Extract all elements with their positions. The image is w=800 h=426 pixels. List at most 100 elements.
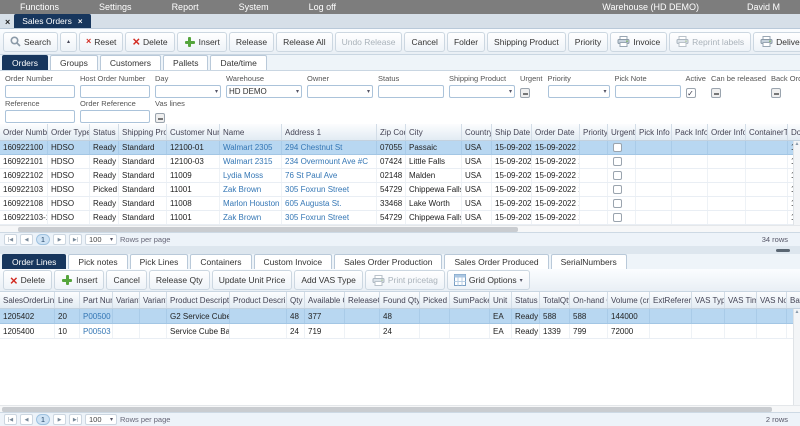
filter-tab[interactable]: Orders [2,55,48,70]
detail-tab[interactable]: Order Lines [2,254,66,269]
column-header[interactable]: Name [220,124,282,140]
rows-per-page-select[interactable]: 100 ▾ [85,234,117,245]
order-row[interactable]: 160922101 HDSO Ready Standard 12100-03 W… [0,155,800,169]
line-row[interactable]: 1205400 10 P00503 Service Cube Base 24 7… [0,324,800,339]
horizontal-scrollbar[interactable] [0,405,800,412]
column-header[interactable]: Priority [580,124,608,140]
cell-name-link[interactable]: Zak Brown [220,183,282,196]
release-qty-button[interactable]: Release Qty [149,270,210,290]
column-header[interactable]: Zip Code [377,124,406,140]
last-page-button[interactable]: ▶| [69,234,82,245]
column-header[interactable]: Unit [490,292,512,308]
vas-lines-checkbox[interactable] [155,113,165,123]
column-header[interactable]: Product Description 2 [230,292,287,308]
column-header[interactable]: VAS Note [757,292,787,308]
column-header[interactable]: Status [512,292,540,308]
tab-sales-orders[interactable]: Sales Orders × [14,14,90,28]
detail-tab[interactable]: Pick Lines [130,254,189,269]
column-header[interactable]: Variant 1 [113,292,140,308]
cell-name-link[interactable]: Lydia Moss [220,169,282,182]
column-header[interactable]: Variant 2 [140,292,167,308]
column-header[interactable]: Status [90,124,119,140]
column-header[interactable]: Pack Info [672,124,708,140]
order-number-input[interactable] [5,85,75,98]
order-row[interactable]: 160922103-1 HDSO Ready Standard 11001 Za… [0,211,800,225]
can-be-released-checkbox[interactable] [711,88,721,98]
filter-tab[interactable]: Groups [50,55,98,70]
filter-tab[interactable]: Pallets [163,55,209,70]
undo-release-button[interactable]: Undo Release [335,32,403,52]
column-header[interactable]: Order Info [708,124,746,140]
column-header[interactable]: VAS Type [692,292,725,308]
column-header[interactable]: Product Description [167,292,230,308]
collapse-handle[interactable] [776,249,790,252]
urgent-row-checkbox[interactable] [613,171,622,180]
shipping-product-button[interactable]: Shipping Product [487,32,566,52]
first-page-button[interactable]: |◀ [4,234,17,245]
column-header[interactable]: Customer Number [167,124,220,140]
column-header[interactable]: City [406,124,462,140]
detail-tab[interactable]: Sales Order Production [334,254,442,269]
cell-name-link[interactable]: Zak Brown [220,211,282,224]
reprint-labels-button[interactable]: Reprint labels [669,32,751,52]
scrollbar-thumb[interactable] [2,407,772,412]
next-page-button[interactable]: ▶ [53,414,66,425]
column-header[interactable]: Shipping Product [119,124,167,140]
priority-button[interactable]: Priority [568,32,608,52]
detail-insert-button[interactable]: Insert [54,270,104,290]
detail-cancel-button[interactable]: Cancel [106,270,146,290]
column-header[interactable]: Found Qty [380,292,420,308]
cell-address-link[interactable]: 294 Chestnut St [282,141,377,154]
release-button[interactable]: Release [229,32,274,52]
cell-address-link[interactable]: 305 Foxrun Street [282,183,377,196]
prev-page-button[interactable]: ◀ [20,414,33,425]
warehouse-indicator[interactable]: Warehouse (HD DEMO) [602,2,699,12]
menu-item[interactable]: System [219,2,289,12]
detail-tab[interactable]: Custom Invoice [254,254,333,269]
order-row[interactable]: 160922108 HDSO Ready Standard 11008 Marl… [0,197,800,211]
detail-tab[interactable]: Pick notes [68,254,127,269]
pick-note-input[interactable] [615,85,681,98]
column-header[interactable]: SalesOrderLineId [0,292,55,308]
delivery-note-button[interactable]: DeliveryNote [753,32,800,52]
column-header[interactable]: Urgent [608,124,636,140]
detail-grid-options-button[interactable]: Grid Options ▾ [447,270,530,290]
urgent-row-checkbox[interactable] [613,213,622,222]
print-pricetag-button[interactable]: Print pricetag [365,270,445,290]
column-header[interactable]: Order Type [48,124,90,140]
close-tab-icon[interactable]: × [78,17,83,26]
column-header[interactable]: ContainerType [746,124,788,140]
update-unit-price-button[interactable]: Update Unit Price [212,270,293,290]
urgent-row-checkbox[interactable] [613,199,622,208]
host-order-number-input[interactable] [80,85,150,98]
insert-button[interactable]: Insert [177,32,227,52]
urgent-row-checkbox[interactable] [613,157,622,166]
column-header[interactable]: Order Number [0,124,48,140]
order-row[interactable]: 160922100 HDSO Ready Standard 12100-01 W… [0,141,800,155]
menu-item[interactable]: Report [152,2,219,12]
column-header[interactable]: Address 1 [282,124,377,140]
scroll-up-icon[interactable]: ▲ [794,309,800,316]
scroll-up-icon[interactable]: ▲ [794,141,800,148]
priority-select[interactable]: ▾ [548,85,610,98]
shipping-product-select[interactable]: ▾ [449,85,515,98]
day-select[interactable]: ▾ [155,85,221,98]
rows-per-page-select[interactable]: 100 ▾ [85,414,117,425]
menu-item[interactable]: Log off [289,2,356,12]
filter-tab[interactable]: Customers [100,55,161,70]
order-row[interactable]: 160922102 HDSO Ready Standard 11009 Lydi… [0,169,800,183]
column-header[interactable]: Country [462,124,492,140]
reset-button[interactable]: × Reset [79,32,123,52]
detail-delete-button[interactable]: × Delete [3,270,52,290]
invoice-button[interactable]: Invoice [610,32,667,52]
back-order-checkbox[interactable] [771,88,781,98]
column-header[interactable]: Ship Date [492,124,532,140]
vertical-scrollbar[interactable]: ▲ [793,141,800,225]
menu-item[interactable]: Functions [0,2,79,12]
cell-name-link[interactable]: Walmart 2305 [220,141,282,154]
column-header[interactable]: Picked Qty [420,292,450,308]
release-all-button[interactable]: Release All [276,32,333,52]
last-page-button[interactable]: ▶| [69,414,82,425]
column-header[interactable]: Part Number [80,292,113,308]
close-all-icon[interactable]: × [2,17,14,28]
